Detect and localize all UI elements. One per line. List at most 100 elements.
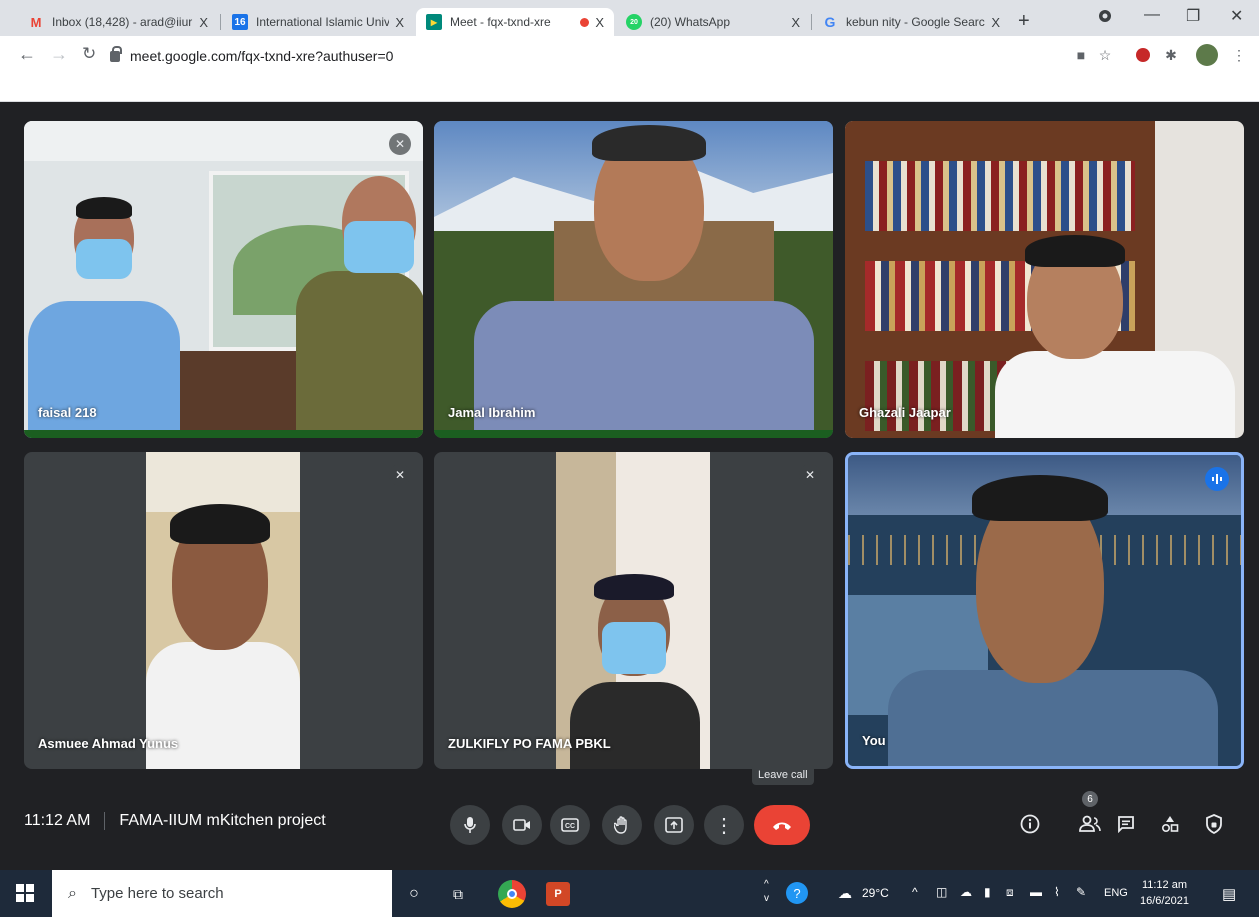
participant-name: Asmuee Ahmad Yunus <box>38 736 179 751</box>
person-body <box>995 351 1235 438</box>
tab-title: (20) WhatsApp <box>650 15 731 29</box>
windows-taskbar: ⌕ Type here to search ○ ⧉ P ^ v ? ☁ 29°C … <box>0 870 1259 917</box>
menu-icon[interactable]: ⋮ <box>1230 46 1248 64</box>
usb-icon[interactable]: ▮ <box>984 885 991 899</box>
close-icon[interactable]: X <box>791 15 800 30</box>
present-icon <box>665 817 683 833</box>
tab-iium[interactable]: 16 International Islamic Univ X <box>222 8 414 36</box>
profile-avatar[interactable] <box>1196 44 1218 66</box>
help-icon[interactable]: ? <box>786 882 808 904</box>
network-icon[interactable]: ▬ <box>1030 885 1042 899</box>
present-screen-button[interactable] <box>654 805 694 845</box>
participant-tile[interactable]: Jamal Ibrahim <box>434 121 833 438</box>
divider <box>104 812 106 830</box>
tray-app-icon-2[interactable]: ⧈ <box>1006 885 1014 900</box>
meeting-title: FAMA-IIUM mKitchen project <box>119 812 326 829</box>
maximize-icon[interactable]: ❐ <box>1186 6 1200 26</box>
close-icon[interactable]: X <box>199 15 208 30</box>
window-close-icon[interactable]: ✕ <box>1230 6 1243 26</box>
microphone-icon <box>464 817 476 833</box>
closed-captions-icon: CC <box>561 818 579 832</box>
windows-start-icon[interactable] <box>16 884 34 902</box>
task-view-icon[interactable]: ⧉ <box>446 882 470 906</box>
participant-tile[interactable]: ✕ ZULKIFLY PO FAMA PBKL <box>434 452 833 769</box>
puzzle-icon[interactable]: ✱ <box>1162 46 1180 64</box>
desk-image <box>174 351 314 431</box>
close-icon[interactable]: X <box>595 15 604 30</box>
clock-date: 16/6/2021 <box>1140 895 1189 907</box>
participant-tile[interactable]: ✕ Asmuee Ahmad Yunus <box>24 452 423 769</box>
browser-tab-strip: M Inbox (18,428) - arad@iiur X 16 Intern… <box>0 0 1259 36</box>
tab-divider <box>220 14 221 30</box>
tray-chevron-icon[interactable]: ^ <box>912 885 918 899</box>
meet-icon: ▶ <box>426 14 442 30</box>
search-icon: ⌕ <box>68 884 77 902</box>
weather-temperature: 29°C <box>862 886 889 900</box>
wifi-icon[interactable]: ⌇ <box>1054 885 1060 899</box>
meeting-details-icon[interactable] <box>1016 810 1044 838</box>
person-body <box>570 682 700 769</box>
meet-stage: ✕ faisal 218 Jamal Ibrahim Ghazali Jaapa… <box>0 102 1259 862</box>
tab-google-search[interactable]: G kebun nity - Google Searc X <box>812 8 1010 36</box>
people-count-badge: 6 <box>1082 791 1098 807</box>
bookmark-star-icon[interactable]: ☆ <box>1096 46 1114 64</box>
person-hair <box>972 475 1108 521</box>
cortana-icon[interactable]: ○ <box>402 882 426 906</box>
face-mask <box>344 221 414 273</box>
onedrive-icon[interactable]: ☁ <box>960 885 972 899</box>
host-controls-icon[interactable] <box>1200 810 1228 838</box>
captions-button[interactable]: CC <box>550 805 590 845</box>
tab-whatsapp[interactable]: 20 (20) WhatsApp X <box>616 8 810 36</box>
language-indicator[interactable]: ENG <box>1104 887 1128 899</box>
close-icon[interactable]: X <box>395 15 404 30</box>
extension-icon[interactable] <box>1134 46 1152 64</box>
chrome-icon[interactable] <box>498 880 526 908</box>
raise-hand-button[interactable] <box>602 805 642 845</box>
chat-icon[interactable] <box>1112 810 1140 838</box>
tab-title: kebun nity - Google Searc <box>846 15 985 29</box>
participant-tile[interactable]: Ghazali Jaapar <box>845 121 1244 438</box>
more-options-button[interactable]: ⋮ <box>704 805 744 845</box>
taskbar-search-box[interactable]: ⌕ Type here to search <box>52 870 392 917</box>
participant-name: ZULKIFLY PO FAMA PBKL <box>448 736 611 751</box>
tray-app-icon[interactable]: ◫ <box>936 885 947 899</box>
camera-icon[interactable]: ■ <box>1072 46 1090 64</box>
forward-icon[interactable]: → <box>50 44 68 65</box>
tab-title: Meet - fqx-txnd-xre <box>450 15 551 29</box>
participant-name: faisal 218 <box>38 405 97 420</box>
system-clock[interactable]: 11:12 am 16/6/2021 <box>1140 877 1189 909</box>
minimize-icon[interactable]: — <box>1144 6 1160 24</box>
raise-hand-icon <box>614 816 627 834</box>
camera-button[interactable] <box>502 805 542 845</box>
show-hidden-icons-icon[interactable]: ^ v <box>764 878 769 906</box>
mic-off-icon: ✕ <box>389 464 411 486</box>
back-icon[interactable]: ← <box>18 44 36 65</box>
participant-tile-self[interactable]: You <box>845 452 1244 769</box>
activities-icon[interactable] <box>1156 810 1184 838</box>
person-hair <box>1025 235 1125 267</box>
url-text: meet.google.com/fqx-txnd-xre?authuser=0 <box>130 48 394 64</box>
tab-search-icon[interactable] <box>1098 9 1112 28</box>
reload-icon[interactable]: ↻ <box>82 44 96 64</box>
video-camera-icon <box>513 819 530 831</box>
pen-icon[interactable]: ✎ <box>1076 885 1086 899</box>
close-icon[interactable]: X <box>991 15 1000 30</box>
person-body <box>888 670 1218 766</box>
search-placeholder: Type here to search <box>90 885 224 902</box>
tab-gmail[interactable]: M Inbox (18,428) - arad@iiur X <box>18 8 218 36</box>
microphone-button[interactable] <box>450 805 490 845</box>
active-speaker-bar <box>434 430 833 438</box>
participant-name: Jamal Ibrahim <box>448 405 536 420</box>
people-icon[interactable] <box>1076 810 1104 838</box>
tab-meet[interactable]: ▶ Meet - fqx-txnd-xre X <box>416 8 614 36</box>
speaking-indicator-icon <box>1205 467 1229 491</box>
new-tab-button[interactable]: + <box>1018 10 1030 33</box>
notifications-icon[interactable]: ▤ <box>1222 885 1236 903</box>
address-bar[interactable]: meet.google.com/fqx-txnd-xre?authuser=0 <box>110 42 1050 70</box>
powerpoint-icon[interactable]: P <box>546 882 570 906</box>
leave-call-button[interactable] <box>754 805 810 845</box>
lock-icon <box>110 45 122 62</box>
active-speaker-bar <box>24 430 423 438</box>
meet-control-bar: 11:12 AM FAMA-IIUM mKitchen project CC ⋮… <box>0 765 1259 862</box>
participant-tile[interactable]: ✕ faisal 218 <box>24 121 423 438</box>
